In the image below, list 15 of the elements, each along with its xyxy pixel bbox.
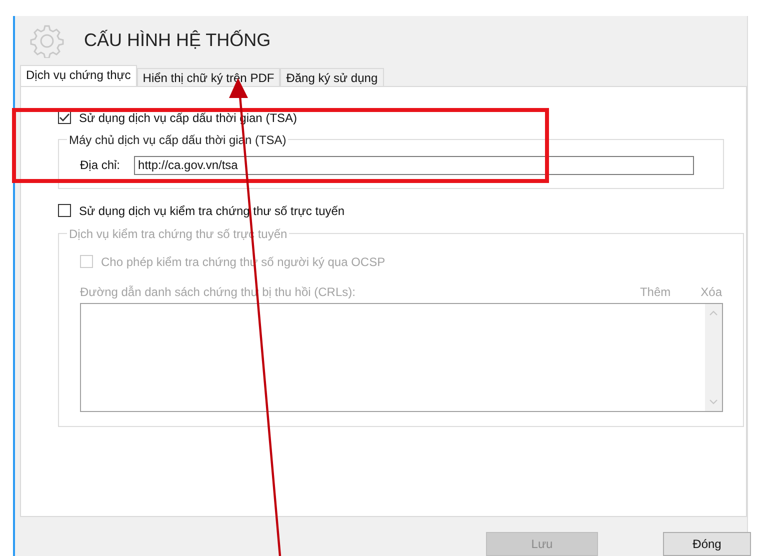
address-label: Địa chỉ: xyxy=(80,158,120,172)
scroll-up-icon[interactable] xyxy=(709,310,718,316)
gear-icon xyxy=(28,24,66,58)
list-box[interactable] xyxy=(80,302,723,412)
dialog-button[interactable]: Đóng xyxy=(663,532,751,556)
checkbox-label: Sử dụng dịch vụ kiểm tra chứng thư số trực tuyến xyxy=(79,204,345,218)
window-title: CẤU HÌNH HỆ THỐNG xyxy=(84,30,271,52)
scrollbar[interactable] xyxy=(705,304,722,411)
tab[interactable]: Dịch vụ chứng thực xyxy=(20,64,137,86)
checkbox[interactable] xyxy=(58,111,71,124)
scroll-down-icon[interactable] xyxy=(709,398,718,405)
address-field[interactable]: http://ca.gov.vn/tsa xyxy=(134,156,694,175)
tab[interactable]: Hiển thị chữ ký trên PDF xyxy=(136,68,280,86)
tab[interactable]: Đăng ký sử dụng xyxy=(280,68,384,86)
checkbox[interactable] xyxy=(58,204,71,218)
